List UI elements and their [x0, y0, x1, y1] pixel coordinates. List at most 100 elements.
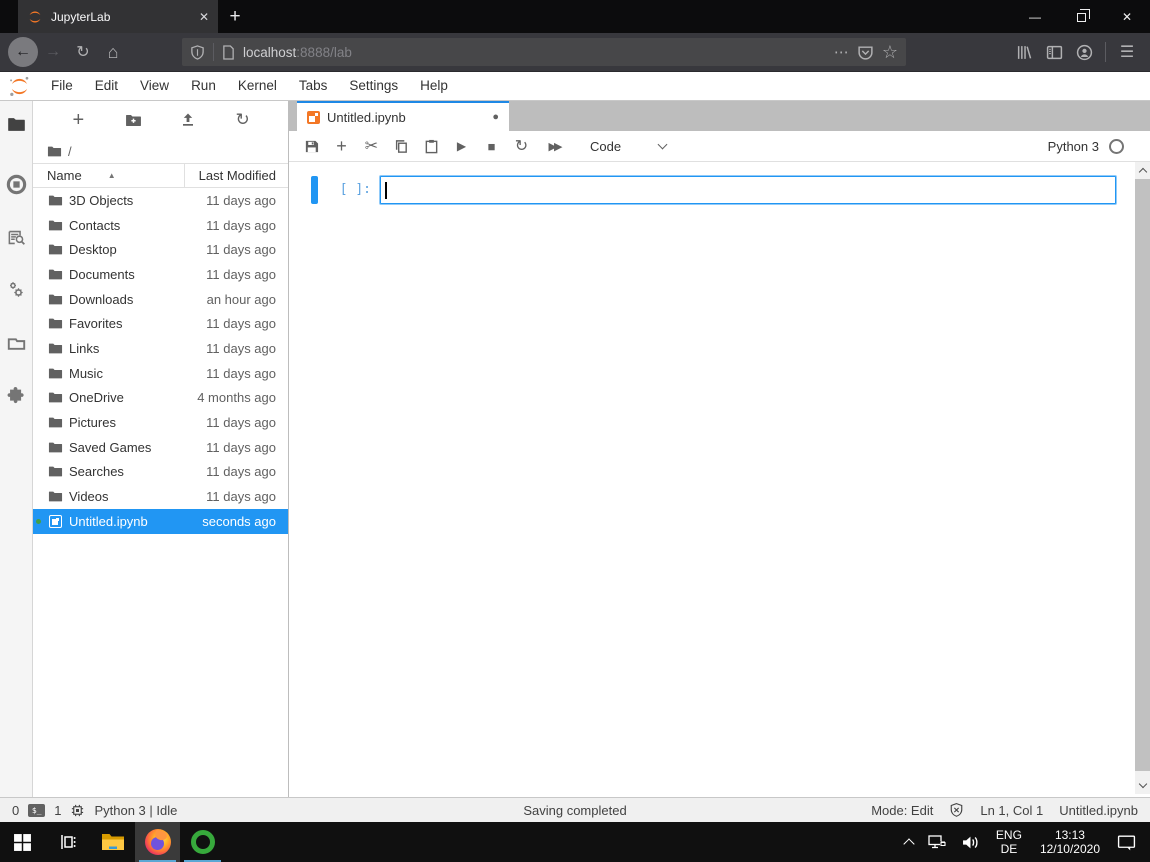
- sidebar-tab-running-sessions[interactable]: [2, 169, 30, 199]
- breadcrumb[interactable]: /: [33, 139, 288, 163]
- new-folder-button[interactable]: [119, 107, 147, 133]
- browser-titlebar: JupyterLab ✕ + — ✕: [0, 0, 1150, 33]
- file-row[interactable]: OneDrive4 months ago: [33, 386, 288, 411]
- file-row[interactable]: Documents11 days ago: [33, 262, 288, 287]
- language-primary: ENG: [996, 828, 1022, 842]
- menu-item-run[interactable]: Run: [180, 72, 227, 100]
- url-text[interactable]: localhost:8888/lab: [243, 45, 826, 60]
- menu-item-kernel[interactable]: Kernel: [227, 72, 288, 100]
- run-all-cells-button[interactable]: ▶▶: [541, 135, 567, 157]
- window-close-button[interactable]: ✕: [1104, 0, 1150, 33]
- sidebar-tab-filebrowser[interactable]: [2, 109, 30, 139]
- save-button[interactable]: [301, 135, 322, 157]
- window-minimize-button[interactable]: —: [1012, 0, 1058, 33]
- new-launcher-button[interactable]: +: [64, 107, 92, 133]
- vertical-scrollbar[interactable]: [1135, 162, 1150, 794]
- file-row[interactable]: Links11 days ago: [33, 336, 288, 361]
- library-icon[interactable]: [1009, 37, 1039, 67]
- sidebar-tab-commands[interactable]: [2, 222, 30, 252]
- file-row[interactable]: 3D Objects11 days ago: [33, 188, 288, 213]
- new-tab-button[interactable]: +: [218, 0, 252, 33]
- paste-cells-button[interactable]: [421, 135, 442, 157]
- file-row[interactable]: Downloadsan hour ago: [33, 287, 288, 312]
- menu-item-tabs[interactable]: Tabs: [288, 72, 339, 100]
- action-center-button[interactable]: [1110, 833, 1150, 852]
- bookmark-star-icon[interactable]: ☆: [882, 42, 898, 63]
- cell-collapser[interactable]: [311, 176, 318, 204]
- menu-item-file[interactable]: File: [40, 72, 84, 100]
- copy-cells-button[interactable]: [391, 135, 412, 157]
- sidebar-tab-extensions[interactable]: [2, 381, 30, 411]
- upload-button[interactable]: [174, 107, 202, 133]
- browser-tab[interactable]: JupyterLab ✕: [18, 0, 218, 33]
- menu-item-edit[interactable]: Edit: [84, 72, 129, 100]
- restart-kernel-button[interactable]: ↻: [511, 135, 532, 157]
- refresh-button[interactable]: ↻: [229, 107, 257, 133]
- notebook-tab[interactable]: Untitled.ipynb ●: [297, 101, 509, 131]
- cell-type-dropdown[interactable]: Code: [590, 139, 666, 154]
- kernel-status-text[interactable]: Python 3 | Idle: [94, 803, 177, 818]
- file-row[interactable]: Desktop11 days ago: [33, 237, 288, 262]
- menu-item-view[interactable]: View: [129, 72, 180, 100]
- app-menu-icon[interactable]: ☰: [1112, 37, 1142, 67]
- file-row[interactable]: Searches11 days ago: [33, 460, 288, 485]
- page-actions-icon[interactable]: ⋯: [834, 43, 849, 61]
- unsaved-changes-icon[interactable]: ●: [492, 111, 499, 123]
- breadcrumb-root[interactable]: /: [68, 144, 72, 159]
- file-row[interactable]: Videos11 days ago: [33, 484, 288, 509]
- pocket-icon[interactable]: [857, 44, 874, 61]
- trust-shield-icon[interactable]: [949, 802, 964, 818]
- start-button[interactable]: [0, 822, 45, 862]
- running-app-button[interactable]: [180, 822, 225, 862]
- page-info-icon[interactable]: [222, 45, 235, 60]
- cell-input[interactable]: [380, 176, 1116, 204]
- reload-button[interactable]: ↻: [68, 37, 98, 67]
- home-button[interactable]: ⌂: [98, 37, 128, 67]
- scroll-down-button[interactable]: [1135, 777, 1150, 794]
- kernel-status-idle-icon[interactable]: [1109, 139, 1124, 154]
- sidebar-toggle-icon[interactable]: [1039, 37, 1069, 67]
- kernel-count[interactable]: 1: [54, 803, 61, 818]
- file-row[interactable]: Saved Games11 days ago: [33, 435, 288, 460]
- scroll-up-button[interactable]: [1135, 162, 1150, 179]
- taskbar-clock[interactable]: 13:13 12/10/2020: [1030, 828, 1110, 856]
- file-row[interactable]: Favorites11 days ago: [33, 311, 288, 336]
- file-row[interactable]: Pictures11 days ago: [33, 410, 288, 435]
- cut-cells-button[interactable]: ✂: [361, 135, 382, 157]
- add-cell-button[interactable]: +: [331, 135, 352, 157]
- jupyter-logo: [6, 74, 32, 98]
- volume-icon[interactable]: [954, 834, 988, 851]
- command-mode-indicator[interactable]: Mode: Edit: [871, 803, 933, 818]
- language-indicator[interactable]: ENG DE: [988, 828, 1030, 856]
- column-header-name[interactable]: Name▲: [33, 164, 185, 187]
- menu-item-help[interactable]: Help: [409, 72, 459, 100]
- tracking-protection-shield-icon[interactable]: [190, 44, 205, 61]
- url-bar[interactable]: localhost:8888/lab ⋯ ☆: [182, 38, 906, 66]
- task-view-button[interactable]: [45, 822, 90, 862]
- file-explorer-button[interactable]: [90, 822, 135, 862]
- menu-item-settings[interactable]: Settings: [338, 72, 409, 100]
- cursor-position[interactable]: Ln 1, Col 1: [980, 803, 1043, 818]
- column-header-last-modified[interactable]: Last Modified: [185, 168, 288, 183]
- interrupt-kernel-button[interactable]: ■: [481, 135, 502, 157]
- terminal-count[interactable]: 0: [12, 803, 19, 818]
- firefox-taskbar-button[interactable]: [135, 822, 180, 862]
- tab-close-icon[interactable]: ✕: [199, 10, 209, 24]
- back-button[interactable]: ←: [8, 37, 38, 67]
- file-row[interactable]: Music11 days ago: [33, 361, 288, 386]
- forward-button[interactable]: →: [38, 37, 68, 67]
- window-controls: — ✕: [1012, 0, 1150, 33]
- window-restore-button[interactable]: [1058, 0, 1104, 33]
- sidebar-tab-open-tabs[interactable]: [2, 328, 30, 358]
- active-file-name[interactable]: Untitled.ipynb: [1059, 803, 1138, 818]
- tray-expand-button[interactable]: [898, 836, 920, 848]
- kernel-name[interactable]: Python 3: [1048, 139, 1099, 154]
- file-row[interactable]: Contacts11 days ago: [33, 213, 288, 238]
- file-row[interactable]: Untitled.ipynbseconds ago: [33, 509, 288, 534]
- network-icon[interactable]: [920, 833, 954, 851]
- run-cell-button[interactable]: ▶: [451, 135, 472, 157]
- account-icon[interactable]: [1069, 37, 1099, 67]
- scrollbar-thumb[interactable]: [1135, 179, 1150, 771]
- browser-tab-title: JupyterLab: [51, 10, 191, 24]
- sidebar-tab-property-inspector[interactable]: [2, 275, 30, 305]
